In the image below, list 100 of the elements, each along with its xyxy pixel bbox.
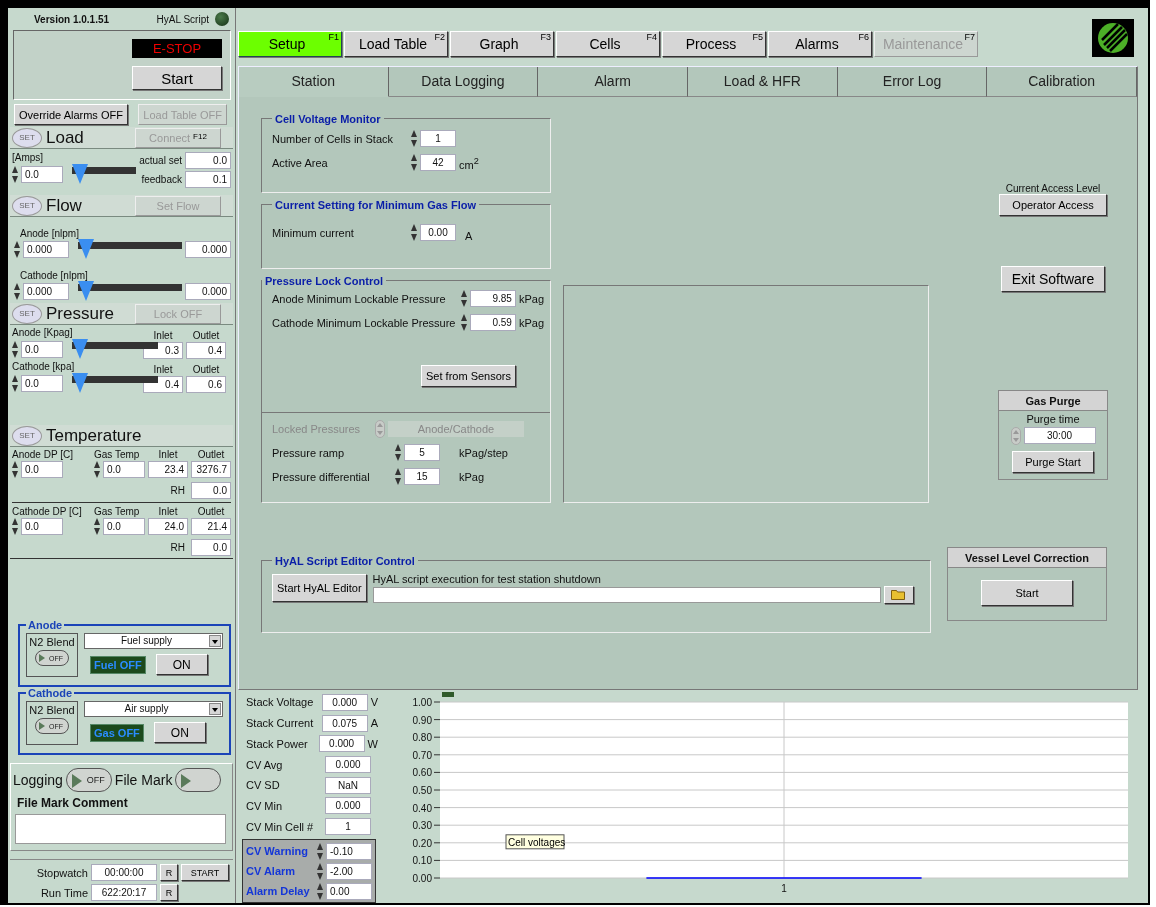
y-tick-label: 0.80 xyxy=(412,732,432,744)
supply-dropdown[interactable]: Air supply xyxy=(84,701,223,717)
function-tab[interactable]: Load Table $^{F2}$ xyxy=(344,30,448,57)
feedback-value: 0.1 xyxy=(185,171,231,188)
y-tick-label: 0.50 xyxy=(412,785,432,796)
reset-button[interactable]: R xyxy=(160,864,178,881)
set-button[interactable]: SET xyxy=(12,195,42,216)
script-label: HyAL Script xyxy=(156,13,209,25)
y-tick-label: 0.20 xyxy=(412,837,432,849)
gas-temp-field[interactable]: 0.0 xyxy=(103,518,145,535)
slider-thumb[interactable] xyxy=(72,373,88,393)
unit-label: kPag/step xyxy=(459,446,508,459)
panel-title: Vessel Level Correction xyxy=(948,547,1106,568)
inlet-label: Inlet xyxy=(158,506,178,517)
limit-field[interactable]: -2.00 xyxy=(326,862,372,880)
tab[interactable]: Calibration xyxy=(987,66,1138,97)
scale-indicator-icon xyxy=(442,692,454,697)
tick-mark xyxy=(433,859,441,861)
n2-blend-label: N2 Blend xyxy=(29,704,75,716)
comment-field[interactable] xyxy=(15,814,226,844)
readout-label: CV Min Cell # xyxy=(246,820,315,833)
gas-temp-label: Gas Temp xyxy=(94,449,141,460)
access-level-button[interactable]: Operator Access xyxy=(999,193,1107,216)
limit-field[interactable]: 0.00 xyxy=(326,882,372,900)
setpoint-field[interactable]: 0.000 xyxy=(23,240,69,258)
slider-track[interactable] xyxy=(78,239,182,259)
unit-label: W xyxy=(367,737,378,750)
number-field[interactable]: 15 xyxy=(404,468,440,486)
number-field[interactable]: 42 xyxy=(420,154,456,172)
purge-time-field[interactable]: 30:00 xyxy=(1023,427,1096,445)
flow-reading: 0.000 xyxy=(185,240,231,258)
dew-point-field[interactable]: 0.0 xyxy=(21,461,63,478)
file-mark-toggle[interactable] xyxy=(175,768,222,792)
y-tick-label: 0.30 xyxy=(412,820,432,832)
limit-label: Alarm Delay xyxy=(246,885,311,898)
slider-thumb[interactable] xyxy=(78,239,94,259)
set-button[interactable]: SET xyxy=(12,425,42,446)
logo-icon xyxy=(1092,18,1134,57)
tab[interactable]: Station xyxy=(239,66,389,97)
section-title: Flow xyxy=(46,195,83,216)
gas-temp-field[interactable]: 0.0 xyxy=(103,461,145,478)
setpoint-field[interactable]: 0.0 xyxy=(21,374,63,392)
reset-button[interactable]: R xyxy=(160,884,178,901)
browse-button[interactable] xyxy=(883,585,914,604)
inlet-label: Inlet xyxy=(158,449,178,460)
dew-point-field[interactable]: 0.0 xyxy=(21,518,63,535)
vessel-start-button[interactable]: Start xyxy=(981,579,1073,606)
number-field[interactable]: 9.85 xyxy=(469,290,516,308)
start-button[interactable]: Start xyxy=(132,66,222,90)
start-editor-button[interactable]: Start HyAL Editor xyxy=(272,574,367,603)
y-tick-label: 0.00 xyxy=(412,873,432,884)
number-field[interactable]: 5 xyxy=(404,444,440,462)
y-tick-label: 0.70 xyxy=(412,749,432,761)
field-label: Minimum current xyxy=(272,226,355,239)
tab[interactable]: Load & HFR xyxy=(688,66,838,97)
stopwatch-field: 00:00:00 xyxy=(91,864,157,881)
setpoint-field[interactable]: 0.0 xyxy=(21,340,63,358)
logging-label: Logging xyxy=(13,772,63,788)
on-button[interactable]: ON xyxy=(153,722,206,743)
set-from-sensors-button[interactable]: Set from Sensors xyxy=(421,364,516,387)
unit-label: kPag xyxy=(518,316,544,329)
n2-blend-label: N2 Blend xyxy=(29,636,75,648)
stopwatch-start-button[interactable]: START xyxy=(181,864,229,881)
readout-value: 0.000 xyxy=(325,797,371,815)
setpoint-field[interactable]: 0.000 xyxy=(23,282,69,300)
logging-toggle[interactable]: OFF xyxy=(65,768,112,792)
tick-mark xyxy=(433,701,441,703)
outlet-value: 3276.7 xyxy=(191,461,231,478)
field-label: Active Area xyxy=(272,156,329,169)
set-button[interactable]: SET xyxy=(12,303,42,324)
limit-label: CV Warning xyxy=(246,845,309,858)
path-label: HyAL script execution for test station shutdown xyxy=(372,572,602,585)
group-title: Cell Voltage Monitor xyxy=(274,112,382,125)
number-field[interactable]: 1 xyxy=(420,130,456,148)
y-tick-label: 1.00 xyxy=(412,697,432,708)
tab[interactable]: Data Logging xyxy=(388,66,539,97)
set-button[interactable]: SET xyxy=(12,127,42,148)
y-tick-label: 0.10 xyxy=(412,855,432,867)
exit-software-button[interactable]: Exit Software xyxy=(1001,265,1105,292)
tab[interactable]: Error Log xyxy=(837,66,988,97)
tick-mark xyxy=(433,736,441,738)
on-button[interactable]: ON xyxy=(155,654,208,675)
access-level-label: Current Access Level xyxy=(1005,182,1101,194)
tick-mark xyxy=(433,824,441,826)
limit-field[interactable]: -0.10 xyxy=(326,842,372,860)
number-field[interactable]: 0.59 xyxy=(469,314,516,332)
purge-start-button[interactable]: Purge Start xyxy=(1012,450,1094,473)
readout-label: Stack Voltage xyxy=(246,696,315,709)
setpoint-field[interactable]: 0.0 xyxy=(21,165,63,183)
series-legend: Cell voltages xyxy=(505,834,566,850)
supply-dropdown[interactable]: Fuel supply xyxy=(84,633,223,649)
feedback-label: feedback xyxy=(141,174,182,185)
field-label: Pressure ramp xyxy=(272,446,346,459)
tab[interactable]: Alarm xyxy=(538,66,688,97)
override-alarms-button[interactable]: Override Alarms OFF xyxy=(14,104,128,125)
dropdown-caret-icon[interactable] xyxy=(209,703,221,715)
dropdown-caret-icon[interactable] xyxy=(209,635,221,647)
number-field[interactable]: 0.00 xyxy=(420,224,456,242)
outlet-label: Outlet xyxy=(197,506,225,517)
path-field[interactable] xyxy=(372,586,881,603)
